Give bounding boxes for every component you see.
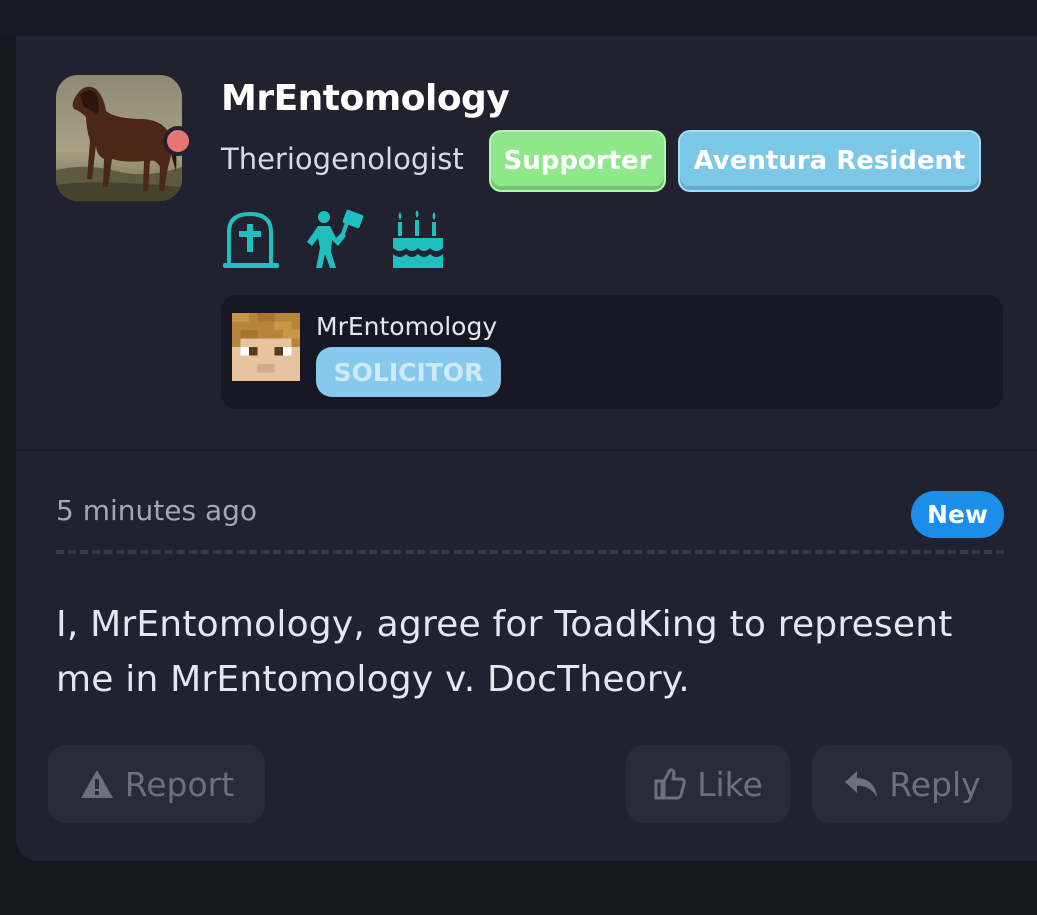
- solicitor-role-badge: SOLICITOR: [316, 347, 501, 397]
- reply-label: Reply: [889, 764, 981, 804]
- username[interactable]: MrEntomology: [221, 78, 510, 119]
- post-body: I, MrEntomology, agree for ToadKing to r…: [56, 604, 953, 700]
- supporter-badge: Supporter: [489, 130, 666, 192]
- reply-button[interactable]: Reply: [812, 745, 1012, 823]
- aventura-resident-badge: Aventura Resident: [678, 130, 981, 192]
- user-title: Theriogenologist: [221, 142, 464, 176]
- thumbs-up-icon: [654, 768, 686, 800]
- linked-account-name: MrEntomology: [316, 312, 498, 341]
- section-divider: [16, 449, 1037, 451]
- protester-icon[interactable]: [304, 208, 366, 270]
- top-strip: [0, 0, 1037, 36]
- warning-icon: [80, 770, 113, 798]
- report-button[interactable]: Report: [48, 745, 265, 823]
- online-status-dot: [163, 126, 193, 156]
- like-label: Like: [697, 764, 763, 804]
- reply-arrow-icon: [845, 771, 878, 797]
- post-timestamp[interactable]: 5 minutes ago: [56, 494, 257, 527]
- dashed-divider: [56, 550, 1004, 554]
- new-badge: New: [911, 491, 1004, 538]
- tombstone-icon[interactable]: [221, 208, 281, 270]
- minecraft-head-avatar: [232, 313, 300, 381]
- like-button[interactable]: Like: [626, 745, 790, 823]
- report-label: Report: [124, 764, 235, 804]
- birthday-cake-icon[interactable]: [390, 208, 446, 270]
